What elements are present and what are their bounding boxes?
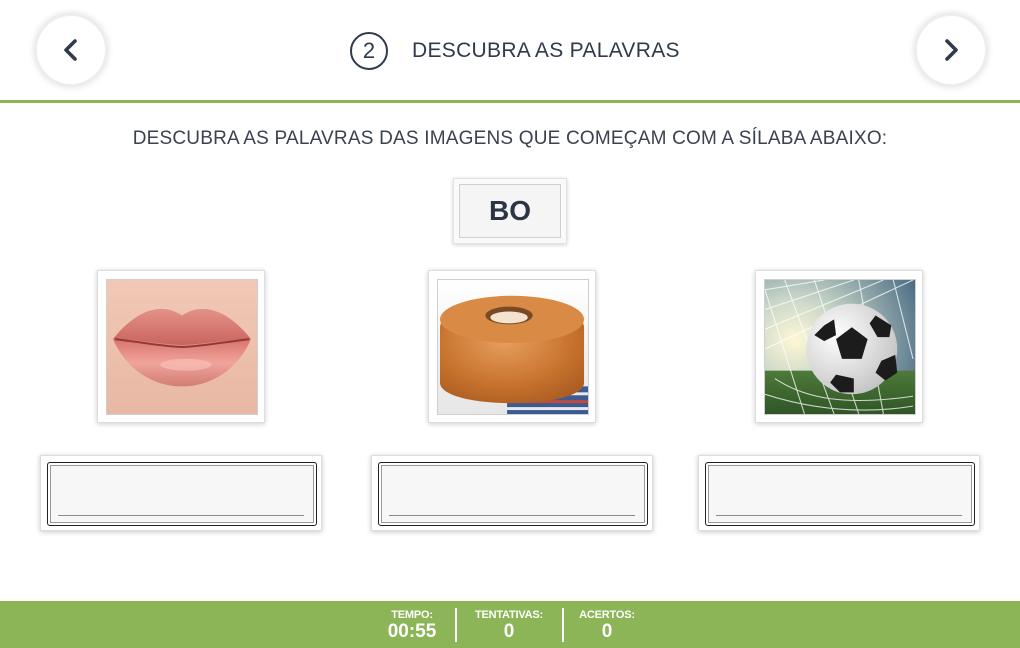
syllable-text: BO [459, 184, 561, 238]
footer-status-bar: TEMPO: 00:55 TENTATIVAS: 0 ACERTOS: 0 [0, 601, 1020, 648]
game-page: 2 DESCUBRA AS PALAVRAS DESCUBRA AS PALAV… [0, 0, 1020, 648]
answer-field-1[interactable] [47, 462, 317, 526]
footer-divider [455, 608, 457, 642]
answer-card-3 [698, 455, 980, 531]
picture-card-2 [428, 270, 596, 423]
answer-field-3[interactable] [705, 462, 975, 526]
picture-card-1 [97, 270, 265, 423]
lips-image [106, 279, 258, 415]
next-button[interactable] [916, 15, 986, 85]
picture-card-3 [755, 270, 923, 423]
tentativas-value: 0 [503, 621, 515, 642]
answer-field-2[interactable] [378, 462, 648, 526]
previous-button[interactable] [36, 15, 106, 85]
tempo-stat: TEMPO: 00:55 [382, 609, 442, 642]
answer-card-2 [371, 455, 653, 531]
soccer-ball-image [764, 279, 916, 415]
title-group: 2 DESCUBRA AS PALAVRAS [350, 32, 680, 70]
step-number: 2 [350, 32, 388, 70]
header: 2 DESCUBRA AS PALAVRAS [0, 0, 1020, 103]
tempo-value: 00:55 [387, 621, 437, 642]
chevron-right-icon [945, 39, 958, 61]
acertos-value: 0 [601, 621, 613, 642]
tentativas-stat: TENTATIVAS: 0 [468, 609, 550, 642]
page-title: DESCUBRA AS PALAVRAS [412, 39, 680, 62]
acertos-stat: ACERTOS: 0 [576, 609, 638, 642]
instruction-text: DESCUBRA AS PALAVRAS DAS IMAGENS QUE COM… [132, 128, 888, 149]
syllable-card: BO [453, 178, 567, 244]
footer-divider [562, 608, 564, 642]
cake-image [437, 279, 589, 415]
answer-card-1 [40, 455, 322, 531]
chevron-left-icon [64, 39, 77, 61]
